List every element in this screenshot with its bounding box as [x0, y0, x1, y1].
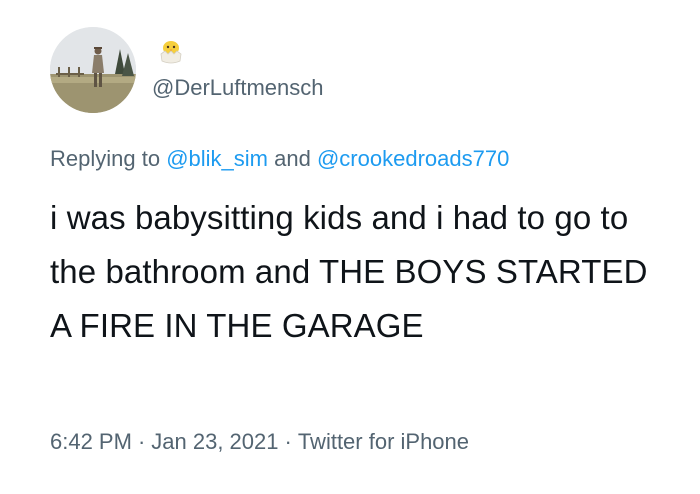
avatar[interactable] [50, 27, 136, 113]
hatching-chick-emoji-icon [160, 41, 182, 64]
meta-separator: · [284, 429, 292, 454]
reply-mention-1[interactable]: @blik_sim [166, 146, 268, 171]
reply-prefix: Replying to [50, 146, 161, 171]
tweet-card: @DerLuftmensch Replying to @blik_sim and… [0, 0, 700, 494]
tweet-client[interactable]: Twitter for iPhone [298, 429, 469, 454]
reply-context: Replying to @blik_sim and @crookedroads7… [50, 145, 509, 173]
tweet-meta: 6:42 PM · Jan 23, 2021 · Twitter for iPhone [50, 428, 469, 456]
meta-separator: · [137, 429, 146, 454]
reply-connector: and [274, 146, 311, 171]
reply-mention-2[interactable]: @crookedroads770 [317, 146, 509, 171]
avatar-image [50, 27, 136, 113]
tweet-body: i was babysitting kids and i had to go t… [50, 199, 648, 344]
tweet-time[interactable]: 6:42 PM [50, 429, 132, 454]
tweet-date[interactable]: Jan 23, 2021 [151, 429, 278, 454]
author-handle[interactable]: @DerLuftmensch [152, 75, 324, 101]
